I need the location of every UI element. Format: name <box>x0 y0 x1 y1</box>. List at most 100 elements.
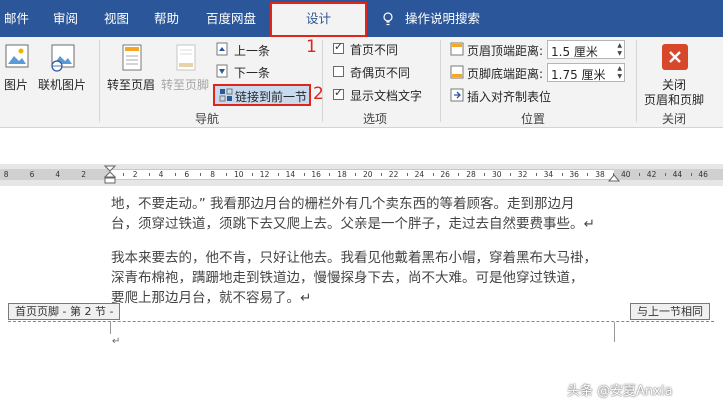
close-icon <box>669 51 681 63</box>
different-odd-even-label[interactable]: 奇偶页不同 <box>350 64 410 81</box>
spin-down-icon[interactable]: ▼ <box>617 73 622 80</box>
picture-icon[interactable] <box>4 42 30 72</box>
ruler-tick <box>329 173 331 176</box>
tab-mail[interactable]: 邮件 <box>4 0 29 37</box>
ruler-tick <box>406 173 408 176</box>
ruler-number: 2 <box>132 170 138 179</box>
ruler-tick <box>122 173 124 176</box>
ruler-number: 36 <box>569 170 579 179</box>
footer-right-margin-mark <box>614 322 615 342</box>
tell-me-search[interactable]: 操作说明搜索 <box>405 0 480 37</box>
ruler-number: 26 <box>440 170 450 179</box>
body-text-line: 台，须穿过铁道，须跳下去又爬上去。父亲是一个胖子，走过去自然要费事些。↵ <box>111 216 595 232</box>
ruler-number: 40 <box>621 170 631 179</box>
different-first-page-checkbox[interactable] <box>333 40 344 54</box>
goto-footer-button-label: 转至页脚 <box>161 78 210 92</box>
body-text-line: 我本来要去的，他不肯，只好让他去。我看见他戴着黑布小帽，穿着黑布大马褂， <box>111 250 597 266</box>
online-picture-button-label[interactable]: 联机图片 <box>38 76 86 93</box>
ruler-number: 22 <box>388 170 399 179</box>
footer-from-bottom-label: 页脚底端距离: <box>467 67 544 81</box>
annotation-number-1: 1 <box>306 37 317 57</box>
ruler-tick <box>251 173 253 176</box>
ruler-number: 4 <box>55 170 61 179</box>
ribbon-tab-bar: 邮件 审阅 视图 帮助 百度网盘 设计 操作说明搜索 <box>0 0 723 37</box>
ruler-number: 28 <box>466 170 476 179</box>
different-first-page-label[interactable]: 首页不同 <box>350 41 398 58</box>
tab-design[interactable]: 设计 <box>270 2 367 37</box>
header-from-top-label: 页眉顶端距离: <box>467 44 544 58</box>
ruler-number: 14 <box>285 170 296 179</box>
footer-boundary-line <box>8 321 714 322</box>
ruler-tick <box>664 173 666 176</box>
ruler-number: 44 <box>672 170 683 179</box>
ruler-number: 32 <box>517 170 528 179</box>
ruler-number: 38 <box>595 170 605 179</box>
group-separator <box>322 40 323 122</box>
next-section-button[interactable]: 下一条 <box>234 64 270 81</box>
tab-baidu-netdisk[interactable]: 百度网盘 <box>206 0 256 37</box>
body-text-line: 深青布棉袍，蹒跚地走到铁道边，慢慢探身下去，尚不大难。可是他穿过铁道， <box>111 270 584 286</box>
ruler-tick <box>303 173 305 176</box>
spin-up-icon[interactable]: ▲ <box>617 65 622 72</box>
tab-review[interactable]: 审阅 <box>53 0 78 37</box>
ruler-number: 42 <box>646 170 657 179</box>
ruler-tick <box>587 173 589 176</box>
right-indent-marker-icon[interactable] <box>608 172 620 182</box>
options-group-title: 选项 <box>363 112 388 126</box>
show-document-text-label[interactable]: 显示文档文字 <box>350 87 422 104</box>
position-group-title: 位置 <box>521 112 546 126</box>
ruler-tick <box>200 173 202 176</box>
close-header-footer-button[interactable] <box>662 44 688 70</box>
spin-down-icon[interactable]: ▼ <box>617 50 622 57</box>
show-document-text-checkbox[interactable] <box>333 86 344 100</box>
link-to-previous-label: 链接到前一节 <box>235 90 308 104</box>
close-header-footer-label-line2[interactable]: 页眉和页脚 <box>644 91 704 108</box>
group-separator <box>440 40 441 122</box>
tab-view[interactable]: 视图 <box>104 0 129 37</box>
goto-header-icon[interactable] <box>120 43 144 73</box>
ruler-tick <box>690 173 692 176</box>
ruler-number: 4 <box>158 170 164 179</box>
link-to-previous-button[interactable]: 链接到前一节 <box>213 84 311 106</box>
ruler-number: 6 <box>184 170 190 179</box>
close-group-title: 关闭 <box>662 112 687 126</box>
alignment-tab-icon[interactable] <box>450 88 464 102</box>
previous-section-icon[interactable] <box>216 42 230 56</box>
ruler-number: 2 <box>81 170 86 179</box>
spin-up-icon[interactable]: ▲ <box>617 42 622 49</box>
lightbulb-icon <box>383 12 393 26</box>
footer-from-bottom-icon <box>450 65 464 79</box>
next-section-icon[interactable] <box>216 64 230 78</box>
ruler-number: 8 <box>3 170 9 179</box>
indent-marker-icon[interactable] <box>104 165 116 186</box>
ruler-number: 20 <box>363 170 373 179</box>
ruler-number: 16 <box>311 170 321 179</box>
footer-left-margin-mark <box>110 322 111 334</box>
different-odd-even-checkbox[interactable] <box>333 66 344 77</box>
header-from-top-stepper[interactable]: 1.5 厘米 ▲ ▼ <box>547 40 625 59</box>
ruler-tick <box>484 173 486 176</box>
ruler-number: 46 <box>698 170 708 179</box>
insert-alignment-tab-button[interactable]: 插入对齐制表位 <box>467 88 551 105</box>
online-picture-icon[interactable] <box>48 42 78 72</box>
ruler-number: 8 <box>210 170 215 179</box>
tab-help[interactable]: 帮助 <box>154 0 179 37</box>
watermark-text: 头条 @安夏Anxia <box>567 384 673 399</box>
group-separator <box>99 40 100 122</box>
ruler-tick <box>432 173 434 176</box>
picture-button-label[interactable]: 图片 <box>4 76 28 93</box>
ruler-tick <box>277 173 279 176</box>
footer-from-bottom-value[interactable]: 1.75 厘米 <box>551 66 606 83</box>
ruler-tick <box>638 173 640 176</box>
goto-header-button-label[interactable]: 转至页眉 <box>107 76 155 93</box>
goto-footer-icon <box>176 44 196 71</box>
ruler-tick <box>148 173 150 176</box>
previous-section-button[interactable]: 上一条 <box>234 42 270 59</box>
ruler-number: 6 <box>29 170 35 179</box>
footer-from-bottom-stepper[interactable]: 1.75 厘米 ▲ ▼ <box>547 63 625 82</box>
footer-paragraph-mark[interactable]: ↵ <box>112 336 120 347</box>
ruler-tick <box>355 173 357 176</box>
ruler-tick <box>509 173 511 176</box>
ruler-tick <box>380 173 382 176</box>
header-from-top-value[interactable]: 1.5 厘米 <box>551 43 598 60</box>
